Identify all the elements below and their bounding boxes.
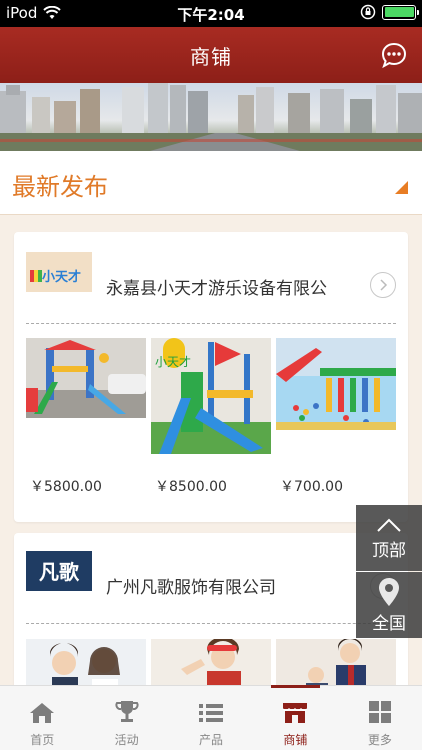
tab-label: 商铺 xyxy=(283,733,308,747)
store-logo: 小天才 xyxy=(26,252,92,292)
back-to-top-label: 顶部 xyxy=(372,540,406,561)
divider xyxy=(26,323,396,324)
location-pin-icon xyxy=(379,577,399,606)
tab-activity[interactable]: 活动 xyxy=(84,686,168,750)
tab-products[interactable]: 产品 xyxy=(169,686,253,750)
chevron-up-icon xyxy=(377,518,401,532)
tab-label: 首页 xyxy=(30,733,55,747)
store-name: 永嘉县小天才游乐设备有限公 xyxy=(106,279,327,299)
city-skyline-image xyxy=(0,83,422,151)
svg-text:凡歌: 凡歌 xyxy=(39,560,80,584)
tab-shops[interactable]: 商铺 xyxy=(253,685,337,750)
nationwide-button[interactable]: 全国 xyxy=(356,572,422,638)
list-icon xyxy=(199,704,224,722)
tab-label: 产品 xyxy=(199,733,224,747)
corner-triangle-icon xyxy=(395,181,408,194)
trophy-icon xyxy=(115,701,139,722)
nationwide-label: 全国 xyxy=(372,613,406,634)
product-image[interactable] xyxy=(26,338,146,418)
section-title: 最新发布 xyxy=(12,173,108,201)
tab-label: 活动 xyxy=(114,733,139,747)
chevron-right-icon[interactable] xyxy=(370,272,396,298)
svg-text:小天才: 小天才 xyxy=(42,269,81,285)
store-logo: 凡歌 xyxy=(26,551,92,591)
grid-icon xyxy=(368,701,391,723)
page-title: 商铺 xyxy=(190,44,232,69)
product-image[interactable] xyxy=(276,338,396,430)
message-icon[interactable] xyxy=(380,41,408,69)
store-card[interactable]: 小天才 永嘉县小天才游乐设备有限公 小天才 ￥5800.00 ￥8500.00 … xyxy=(14,232,408,522)
shop-icon xyxy=(282,703,308,723)
store-card[interactable]: 凡歌 广州凡歌服饰有限公司 xyxy=(14,533,408,693)
product-price: ￥8500.00 xyxy=(155,479,227,495)
battery-icon xyxy=(382,4,419,20)
home-icon xyxy=(30,703,55,723)
tab-more[interactable]: 更多 xyxy=(338,686,422,750)
status-bar: iPod 下午2:04 xyxy=(0,0,422,27)
status-time: 下午2:04 xyxy=(177,6,245,24)
product-price: ￥5800.00 xyxy=(30,479,102,495)
nav-bar: 商铺 xyxy=(0,27,422,83)
banner-image[interactable] xyxy=(0,83,422,151)
store-name: 广州凡歌服饰有限公司 xyxy=(106,578,276,598)
product-image[interactable]: 小天才 xyxy=(151,338,271,454)
tab-label: 更多 xyxy=(367,733,392,747)
svg-text:小天才: 小天才 xyxy=(155,355,191,369)
section-header: 最新发布 xyxy=(0,151,422,215)
product-price: ￥700.00 xyxy=(280,479,343,495)
divider xyxy=(26,623,396,624)
tab-home[interactable]: 首页 xyxy=(0,686,84,750)
back-to-top-button[interactable]: 顶部 xyxy=(356,505,422,571)
tab-bar: 首页 活动 产品 商铺 更多 xyxy=(0,685,422,750)
rotation-lock-icon xyxy=(360,4,376,20)
